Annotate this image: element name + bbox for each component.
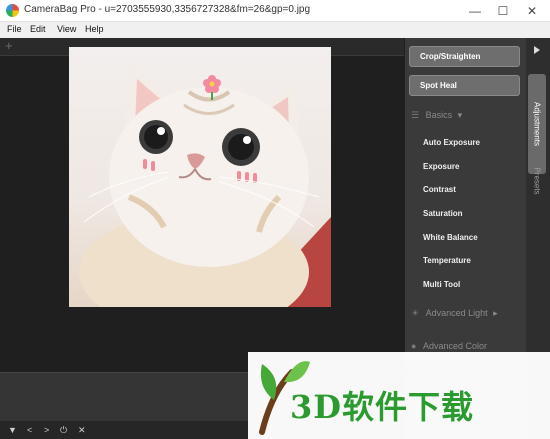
adjustment-white-balance[interactable]: White Balance xyxy=(423,233,478,242)
app-icon xyxy=(6,4,19,17)
basics-section-header[interactable]: ☰ Basics ▾ xyxy=(411,110,462,121)
photo-preview[interactable] xyxy=(69,47,331,307)
advanced-light-section-header[interactable]: ☀ Advanced Light ▸ xyxy=(411,308,498,319)
tab-presets[interactable]: Presets xyxy=(528,146,546,216)
add-icon[interactable]: + xyxy=(5,38,13,53)
menu-file[interactable]: File xyxy=(7,24,22,34)
menu-view[interactable]: View xyxy=(57,24,76,34)
maximize-button[interactable]: ☐ xyxy=(494,2,512,20)
adjustment-multi-tool[interactable]: Multi Tool xyxy=(423,280,460,289)
tab-adjustments-label: Adjustments xyxy=(532,101,542,147)
next-icon[interactable]: > xyxy=(44,424,49,436)
chevron-down-icon: ▾ xyxy=(457,110,463,120)
advanced-light-label: Advanced Light xyxy=(425,308,488,318)
chevron-right-icon: ▸ xyxy=(493,308,498,318)
adjustment-temperature[interactable]: Temperature xyxy=(423,256,471,265)
power-icon[interactable]: ⏻ xyxy=(60,424,67,436)
advanced-color-section-header[interactable]: ● Advanced Color xyxy=(411,341,487,351)
watermark-overlay: 3D软件下载 xyxy=(248,352,550,439)
sliders-icon: ☰ xyxy=(411,110,420,120)
adjustment-saturation[interactable]: Saturation xyxy=(423,209,463,218)
adjustment-contrast[interactable]: Contrast xyxy=(423,185,456,194)
color-drop-icon: ● xyxy=(411,341,417,351)
crop-straighten-button[interactable]: Crop/Straighten xyxy=(409,46,520,67)
close-button[interactable]: ✕ xyxy=(523,2,541,20)
menu-help[interactable]: Help xyxy=(85,24,104,34)
collapse-icon[interactable]: ▼ xyxy=(8,424,17,436)
minimize-button[interactable]: — xyxy=(466,2,484,20)
title-bar: CameraBag Pro - u=2703555930,3356727328&… xyxy=(0,0,550,22)
adjustment-exposure[interactable]: Exposure xyxy=(423,162,459,171)
tab-presets-label: Presets xyxy=(532,167,542,195)
sun-icon: ☀ xyxy=(411,308,420,318)
previous-icon[interactable]: < xyxy=(27,424,32,436)
basics-label: Basics xyxy=(425,110,453,120)
window-title: CameraBag Pro - u=2703555930,3356727328&… xyxy=(24,4,311,15)
spot-heal-button[interactable]: Spot Heal xyxy=(409,75,520,96)
menu-bar: File Edit View Help xyxy=(0,22,550,38)
cat-photo-image xyxy=(79,62,331,307)
close-icon[interactable]: ✕ xyxy=(78,424,86,436)
advanced-color-label: Advanced Color xyxy=(422,341,487,351)
menu-edit[interactable]: Edit xyxy=(30,24,46,34)
adjustment-auto-exposure[interactable]: Auto Exposure xyxy=(423,138,480,147)
play-icon[interactable] xyxy=(534,46,540,54)
watermark-text: 3D软件下载 xyxy=(290,388,475,426)
